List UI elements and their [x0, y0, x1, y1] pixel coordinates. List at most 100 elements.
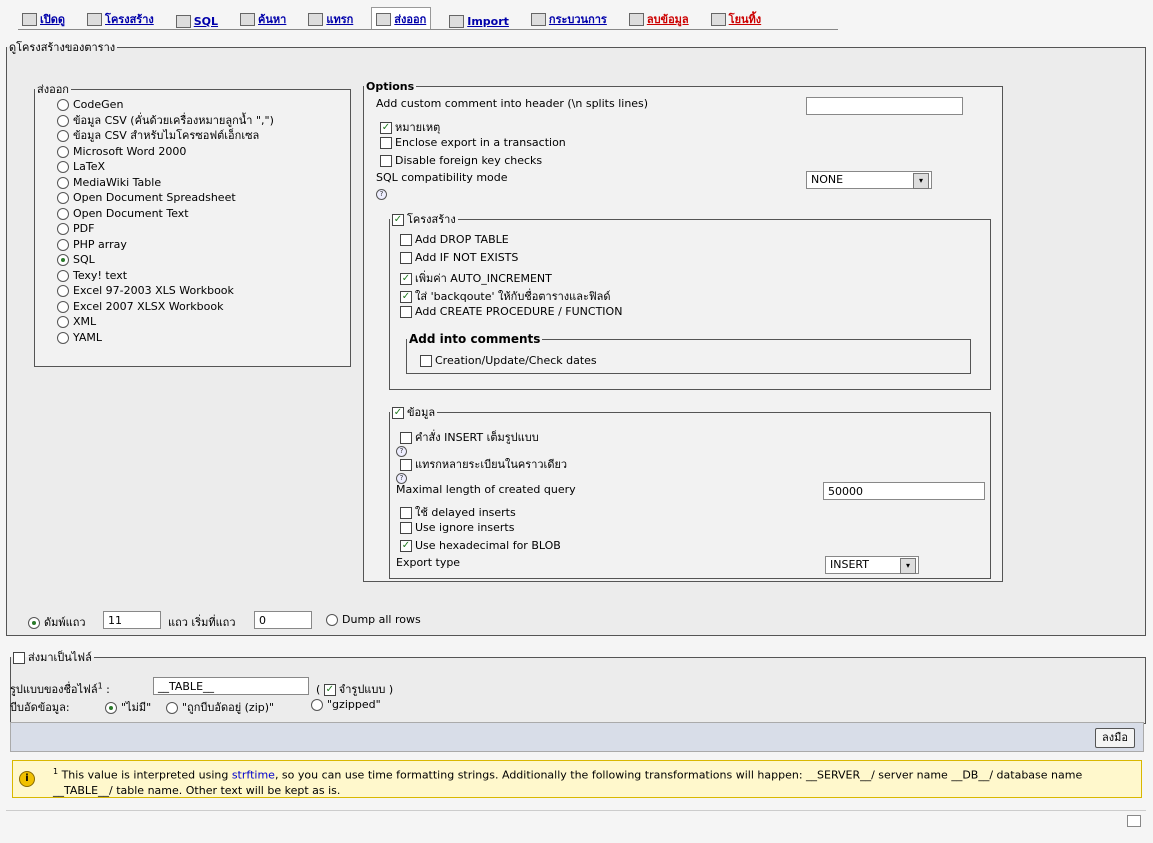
- tab-operations[interactable]: กระบวนการ: [527, 8, 611, 30]
- tab-empty[interactable]: ลบข้อมูล: [625, 8, 693, 30]
- radio-icon[interactable]: [57, 269, 69, 282]
- search-icon: [240, 12, 256, 26]
- tab-search[interactable]: ค้นหา: [236, 8, 290, 30]
- checkbox-icon[interactable]: [400, 234, 412, 246]
- procedure-option[interactable]: Add CREATE PROCEDURE / FUNCTION: [400, 305, 622, 318]
- format-csv[interactable]: ข้อมูล CSV (คั่นด้วยเครื่องหมายลูกน้ำ ",…: [57, 113, 274, 129]
- custom-comment-input[interactable]: [806, 97, 963, 115]
- format-word[interactable]: Microsoft Word 2000: [57, 144, 274, 160]
- checkbox-icon[interactable]: [400, 540, 412, 552]
- transaction-option[interactable]: Enclose export in a transaction: [380, 136, 566, 149]
- remember-option[interactable]: ( จำรูปแบบ ): [316, 680, 393, 698]
- backquote-option[interactable]: ใส่ 'backqoute' ให้กับชื่อตารางและฟิลด์: [400, 287, 611, 305]
- row-count-input[interactable]: 11: [103, 611, 161, 629]
- multi-insert-option[interactable]: แทรกหลายระเบียนในคราวเดียว: [400, 455, 567, 473]
- radio-icon[interactable]: [57, 285, 69, 297]
- drop-table-option[interactable]: Add DROP TABLE: [400, 233, 509, 246]
- checkbox-icon[interactable]: [400, 273, 412, 285]
- checkbox-icon[interactable]: [380, 155, 392, 167]
- format-xml[interactable]: XML: [57, 314, 274, 330]
- dump-all-option[interactable]: Dump all rows: [326, 613, 421, 626]
- radio-icon[interactable]: [57, 99, 69, 111]
- radio-icon[interactable]: [57, 161, 69, 173]
- radio-icon[interactable]: [166, 702, 178, 714]
- radio-icon[interactable]: [57, 130, 69, 142]
- auto-increment-option[interactable]: เพิ่มค่า AUTO_INCREMENT: [400, 269, 552, 287]
- format-pdf[interactable]: PDF: [57, 221, 274, 237]
- tab-insert[interactable]: แทรก: [304, 8, 357, 30]
- radio-icon[interactable]: [57, 238, 69, 251]
- format-texy[interactable]: Texy! text: [57, 268, 274, 284]
- format-xlsx[interactable]: Excel 2007 XLSX Workbook: [57, 299, 274, 315]
- start-row-input[interactable]: 0: [254, 611, 312, 629]
- data-legend[interactable]: ข้อมูล: [390, 403, 437, 421]
- checkbox-icon[interactable]: [392, 214, 404, 226]
- radio-icon[interactable]: [57, 331, 69, 344]
- checkbox-icon[interactable]: [392, 407, 404, 419]
- tab-import[interactable]: Import: [445, 13, 513, 30]
- help-icon[interactable]: ?: [376, 189, 387, 200]
- tab-structure[interactable]: โครงสร้าง: [83, 8, 158, 30]
- format-latex[interactable]: LaTeX: [57, 159, 274, 175]
- checkbox-icon[interactable]: [400, 507, 412, 519]
- checkbox-icon[interactable]: [380, 122, 392, 134]
- tab-drop[interactable]: โยนทิ้ง: [707, 8, 766, 30]
- radio-icon[interactable]: [57, 176, 69, 189]
- tab-browse[interactable]: เปิดดู: [18, 8, 69, 30]
- radio-icon[interactable]: [311, 699, 323, 711]
- radio-icon[interactable]: [105, 702, 117, 714]
- radio-icon[interactable]: [28, 617, 40, 629]
- format-sql[interactable]: SQL: [57, 252, 274, 268]
- format-mediawiki[interactable]: MediaWiki Table: [57, 175, 274, 191]
- format-csv-excel[interactable]: ข้อมูล CSV สำหรับไมโครซอฟต์เอ็กเซล: [57, 128, 274, 144]
- checkbox-icon[interactable]: [400, 522, 412, 534]
- if-not-exists-option[interactable]: Add IF NOT EXISTS: [400, 251, 518, 264]
- strftime-link[interactable]: strftime: [232, 769, 275, 782]
- tab-export[interactable]: ส่งออก: [371, 7, 432, 30]
- compress-none-option[interactable]: "ไม่มี": [105, 698, 151, 716]
- structure-legend[interactable]: โครงสร้าง: [390, 210, 458, 228]
- delayed-option[interactable]: ใช้ delayed inserts: [400, 503, 516, 521]
- checkbox-icon[interactable]: [13, 652, 25, 664]
- radio-icon[interactable]: [326, 614, 338, 626]
- dump-rows-option[interactable]: ดัมพ์แถว: [28, 613, 86, 631]
- format-odt[interactable]: Open Document Text: [57, 206, 274, 222]
- compress-zip-option[interactable]: "ถูกบีบอัดอยู่ (zip)": [166, 698, 274, 716]
- checkbox-icon[interactable]: [420, 355, 432, 367]
- compat-help[interactable]: ?: [376, 186, 387, 200]
- dates-option[interactable]: Creation/Update/Check dates: [420, 354, 597, 367]
- multi-insert-help[interactable]: ?: [396, 470, 407, 484]
- compress-gzip-option[interactable]: "gzipped": [311, 698, 381, 711]
- radio-icon[interactable]: [57, 254, 69, 266]
- remark-option[interactable]: หมายเหตุ: [380, 118, 440, 136]
- checkbox-icon[interactable]: [400, 306, 412, 318]
- checkbox-icon[interactable]: [400, 252, 412, 264]
- filename-input[interactable]: __TABLE__: [153, 677, 309, 695]
- radio-icon[interactable]: [57, 316, 69, 328]
- radio-icon[interactable]: [57, 300, 69, 313]
- format-codegen[interactable]: CodeGen: [57, 97, 274, 113]
- compat-mode-select[interactable]: NONE ▾: [806, 171, 932, 189]
- radio-icon[interactable]: [57, 145, 69, 158]
- full-insert-option[interactable]: คำสั่ง INSERT เต็มรูปแบบ: [400, 428, 539, 446]
- radio-icon[interactable]: [57, 223, 69, 235]
- max-length-input[interactable]: 50000: [823, 482, 985, 500]
- export-type-select[interactable]: INSERT ▾: [825, 556, 919, 574]
- foreign-key-option[interactable]: Disable foreign key checks: [380, 154, 542, 167]
- window-icon[interactable]: [1127, 815, 1141, 827]
- format-php-array[interactable]: PHP array: [57, 237, 274, 253]
- checkbox-icon[interactable]: [400, 291, 412, 303]
- format-yaml[interactable]: YAML: [57, 330, 274, 346]
- ignore-option[interactable]: Use ignore inserts: [400, 521, 514, 534]
- format-xls[interactable]: Excel 97-2003 XLS Workbook: [57, 283, 274, 299]
- radio-icon[interactable]: [57, 114, 69, 127]
- tab-sql[interactable]: SQL: [172, 13, 222, 30]
- radio-icon[interactable]: [57, 207, 69, 220]
- radio-icon[interactable]: [57, 192, 69, 204]
- format-ods[interactable]: Open Document Spreadsheet: [57, 190, 274, 206]
- file-legend[interactable]: ส่งมาเป็นไฟล์: [11, 648, 94, 666]
- checkbox-icon[interactable]: [380, 137, 392, 149]
- checkbox-icon[interactable]: [323, 684, 336, 696]
- hex-option[interactable]: Use hexadecimal for BLOB: [400, 539, 561, 552]
- go-button[interactable]: ลงมือ: [1095, 728, 1135, 748]
